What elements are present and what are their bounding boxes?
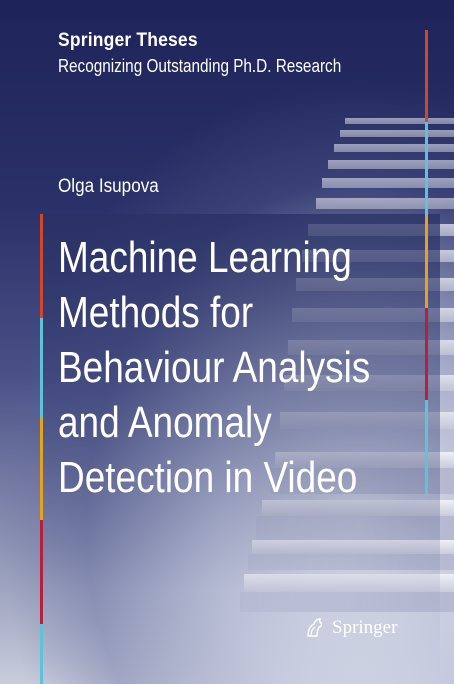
book-title-line: Detection in Video xyxy=(58,453,358,502)
publisher-name: Springer xyxy=(332,617,398,638)
left-stripe-cyan xyxy=(40,318,43,418)
book-title-line: Methods for xyxy=(58,288,254,337)
book-title-line: and Anomaly xyxy=(58,398,272,447)
right-stripe-cyan-bottom xyxy=(425,400,428,494)
book-cover: Springer Theses Recognizing Outstanding … xyxy=(0,0,454,684)
series-title: Springer Theses xyxy=(58,30,198,51)
left-stripe-orange xyxy=(40,214,43,318)
left-stripe-yellow xyxy=(40,418,43,520)
series-subtitle: Recognizing Outstanding Ph.D. Research xyxy=(58,56,342,76)
book-title-line: Behaviour Analysis xyxy=(58,343,371,392)
publisher-logo: Springer xyxy=(302,616,397,640)
left-stripe-cyan-bottom xyxy=(40,624,43,684)
springer-horse-icon xyxy=(307,618,323,637)
author-name: Olga Isupova xyxy=(58,176,159,197)
right-stripe-yellow xyxy=(425,216,428,308)
left-stripe-red xyxy=(40,520,43,624)
right-stripe-red xyxy=(425,308,428,400)
right-stripe-cyan xyxy=(425,122,428,216)
book-title-line: Machine Learning xyxy=(58,233,352,282)
book-title: Machine Learning Methods for Behaviour A… xyxy=(58,230,370,505)
right-stripe-orange xyxy=(425,30,428,122)
